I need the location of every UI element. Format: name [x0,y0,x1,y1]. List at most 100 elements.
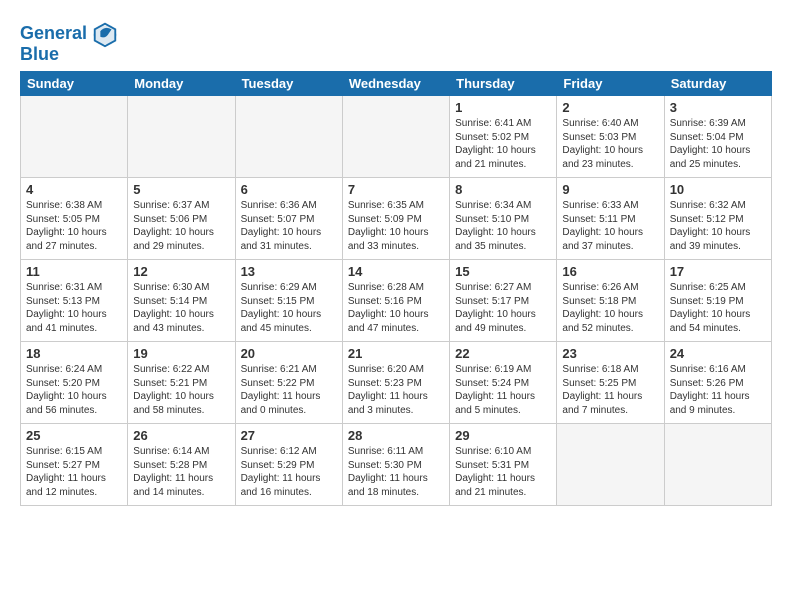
day-number: 27 [241,428,337,443]
calendar-cell: 10 Sunrise: 6:32 AM Sunset: 5:12 PM Dayli… [664,178,771,260]
calendar-cell: 12 Sunrise: 6:30 AM Sunset: 5:14 PM Dayli… [128,260,235,342]
calendar-cell: 24 Sunrise: 6:16 AM Sunset: 5:26 PM Dayli… [664,342,771,424]
day-info: Sunrise: 6:26 AM Sunset: 5:18 PM Dayligh… [562,281,658,335]
calendar-cell: 21 Sunrise: 6:20 AM Sunset: 5:23 PM Dayli… [342,342,449,424]
calendar-cell: 17 Sunrise: 6:25 AM Sunset: 5:19 PM Dayli… [664,260,771,342]
week-row-0: 1 Sunrise: 6:41 AM Sunset: 5:02 PM Daylig… [21,96,772,178]
calendar-cell: 29Sunrise: 6:10 AM Sunset: 5:31 PM Dayli… [450,424,557,506]
day-number: 15 [455,264,551,279]
logo-icon [91,20,119,48]
logo-general: General [20,23,87,43]
calendar-cell: 19 Sunrise: 6:22 AM Sunset: 5:21 PM Dayli… [128,342,235,424]
calendar-cell [128,96,235,178]
calendar-cell: 5 Sunrise: 6:37 AM Sunset: 5:06 PM Daylig… [128,178,235,260]
calendar-cell: 13 Sunrise: 6:29 AM Sunset: 5:15 PM Dayli… [235,260,342,342]
calendar-cell [557,424,664,506]
day-info: Sunrise: 6:37 AM Sunset: 5:06 PM Dayligh… [133,199,229,253]
day-number: 5 [133,182,229,197]
day-info: Sunrise: 6:18 AM Sunset: 5:25 PM Dayligh… [562,363,658,417]
calendar-cell: 23 Sunrise: 6:18 AM Sunset: 5:25 PM Dayli… [557,342,664,424]
header: General Blue [20,16,772,65]
logo-text: General [20,24,87,44]
day-number: 20 [241,346,337,361]
day-info: Sunrise: 6:19 AM Sunset: 5:24 PM Dayligh… [455,363,551,417]
day-info: Sunrise: 6:29 AM Sunset: 5:15 PM Dayligh… [241,281,337,335]
weekday-tuesday: Tuesday [235,72,342,96]
calendar-cell: 18 Sunrise: 6:24 AM Sunset: 5:20 PM Dayli… [21,342,128,424]
calendar-cell [235,96,342,178]
logo: General Blue [20,20,119,65]
day-number: 28 [348,428,444,443]
day-number: 8 [455,182,551,197]
day-number: 29 [455,428,551,443]
calendar-cell: 9 Sunrise: 6:33 AM Sunset: 5:11 PM Daylig… [557,178,664,260]
day-number: 24 [670,346,766,361]
weekday-monday: Monday [128,72,235,96]
calendar-cell [21,96,128,178]
weekday-sunday: Sunday [21,72,128,96]
day-number: 13 [241,264,337,279]
calendar-cell: 27 Sunrise: 6:12 AM Sunset: 5:29 PM Dayli… [235,424,342,506]
day-info: Sunrise: 6:35 AM Sunset: 5:09 PM Dayligh… [348,199,444,253]
calendar-cell: 28 Sunrise: 6:11 AM Sunset: 5:30 PM Dayli… [342,424,449,506]
day-number: 2 [562,100,658,115]
day-number: 12 [133,264,229,279]
day-info: Sunrise: 6:11 AM Sunset: 5:30 PM Dayligh… [348,445,444,499]
day-number: 9 [562,182,658,197]
calendar-cell: 4Sunrise: 6:38 AM Sunset: 5:05 PM Daylig… [21,178,128,260]
weekday-friday: Friday [557,72,664,96]
day-info: Sunrise: 6:33 AM Sunset: 5:11 PM Dayligh… [562,199,658,253]
day-number: 19 [133,346,229,361]
week-row-3: 18 Sunrise: 6:24 AM Sunset: 5:20 PM Dayli… [21,342,772,424]
day-info: Sunrise: 6:40 AM Sunset: 5:03 PM Dayligh… [562,117,658,171]
day-info: Sunrise: 6:27 AM Sunset: 5:17 PM Dayligh… [455,281,551,335]
day-number: 4 [26,182,122,197]
calendar-cell: 2 Sunrise: 6:40 AM Sunset: 5:03 PM Daylig… [557,96,664,178]
day-number: 17 [670,264,766,279]
day-number: 18 [26,346,122,361]
day-info: Sunrise: 6:12 AM Sunset: 5:29 PM Dayligh… [241,445,337,499]
day-info: Sunrise: 6:24 AM Sunset: 5:20 PM Dayligh… [26,363,122,417]
day-number: 11 [26,264,122,279]
calendar-cell: 7 Sunrise: 6:35 AM Sunset: 5:09 PM Daylig… [342,178,449,260]
day-info: Sunrise: 6:20 AM Sunset: 5:23 PM Dayligh… [348,363,444,417]
calendar-cell: 25Sunrise: 6:15 AM Sunset: 5:27 PM Dayli… [21,424,128,506]
day-info: Sunrise: 6:31 AM Sunset: 5:13 PM Dayligh… [26,281,122,335]
day-info: Sunrise: 6:30 AM Sunset: 5:14 PM Dayligh… [133,281,229,335]
calendar-cell: 22Sunrise: 6:19 AM Sunset: 5:24 PM Dayli… [450,342,557,424]
calendar-cell: 14 Sunrise: 6:28 AM Sunset: 5:16 PM Dayli… [342,260,449,342]
day-number: 14 [348,264,444,279]
weekday-thursday: Thursday [450,72,557,96]
weekday-saturday: Saturday [664,72,771,96]
calendar-cell: 26 Sunrise: 6:14 AM Sunset: 5:28 PM Dayli… [128,424,235,506]
calendar: SundayMondayTuesdayWednesdayThursdayFrid… [20,71,772,506]
day-info: Sunrise: 6:32 AM Sunset: 5:12 PM Dayligh… [670,199,766,253]
day-info: Sunrise: 6:22 AM Sunset: 5:21 PM Dayligh… [133,363,229,417]
day-number: 26 [133,428,229,443]
week-row-4: 25Sunrise: 6:15 AM Sunset: 5:27 PM Dayli… [21,424,772,506]
week-row-1: 4Sunrise: 6:38 AM Sunset: 5:05 PM Daylig… [21,178,772,260]
calendar-cell: 1 Sunrise: 6:41 AM Sunset: 5:02 PM Daylig… [450,96,557,178]
calendar-cell: 8 Sunrise: 6:34 AM Sunset: 5:10 PM Daylig… [450,178,557,260]
calendar-cell: 6Sunrise: 6:36 AM Sunset: 5:07 PM Daylig… [235,178,342,260]
day-number: 23 [562,346,658,361]
page-container: General Blue SundayMondayTuesdayWednesda… [0,0,792,516]
day-number: 7 [348,182,444,197]
day-info: Sunrise: 6:14 AM Sunset: 5:28 PM Dayligh… [133,445,229,499]
weekday-wednesday: Wednesday [342,72,449,96]
week-row-2: 11 Sunrise: 6:31 AM Sunset: 5:13 PM Dayli… [21,260,772,342]
day-number: 1 [455,100,551,115]
day-info: Sunrise: 6:16 AM Sunset: 5:26 PM Dayligh… [670,363,766,417]
day-number: 21 [348,346,444,361]
day-info: Sunrise: 6:28 AM Sunset: 5:16 PM Dayligh… [348,281,444,335]
calendar-cell [342,96,449,178]
day-info: Sunrise: 6:36 AM Sunset: 5:07 PM Dayligh… [241,199,337,253]
calendar-cell: 20 Sunrise: 6:21 AM Sunset: 5:22 PM Dayli… [235,342,342,424]
day-info: Sunrise: 6:21 AM Sunset: 5:22 PM Dayligh… [241,363,337,417]
calendar-cell: 3Sunrise: 6:39 AM Sunset: 5:04 PM Daylig… [664,96,771,178]
day-info: Sunrise: 6:34 AM Sunset: 5:10 PM Dayligh… [455,199,551,253]
day-number: 10 [670,182,766,197]
calendar-cell [664,424,771,506]
day-info: Sunrise: 6:25 AM Sunset: 5:19 PM Dayligh… [670,281,766,335]
day-info: Sunrise: 6:41 AM Sunset: 5:02 PM Dayligh… [455,117,551,171]
